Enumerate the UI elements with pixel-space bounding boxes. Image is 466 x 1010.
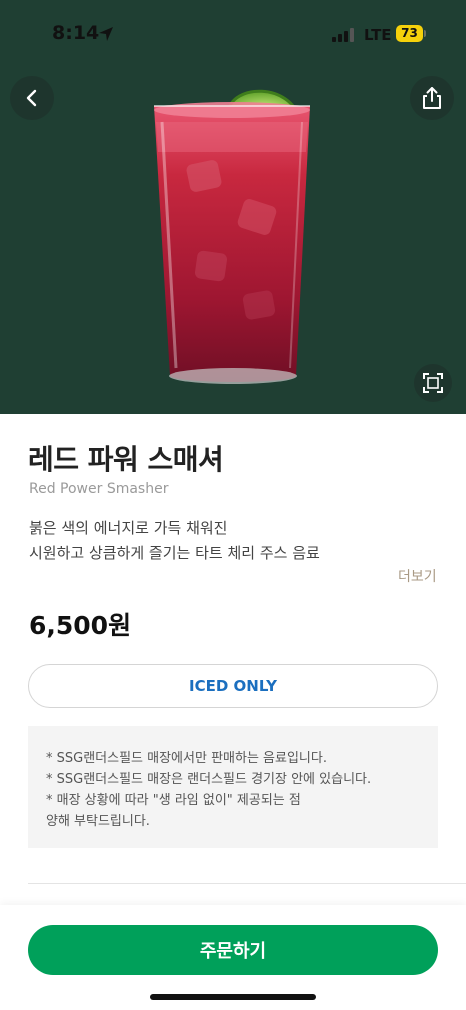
battery-level: 73: [396, 25, 423, 42]
product-english-name: Red Power Smasher: [29, 481, 169, 497]
share-button[interactable]: [410, 76, 454, 120]
back-button[interactable]: [10, 76, 54, 120]
status-time: 8:14: [52, 22, 100, 44]
signal-icon: [332, 28, 354, 42]
description-line: 붉은 색의 에너지로 가득 채워진: [29, 519, 228, 537]
more-link[interactable]: 더보기: [398, 566, 437, 586]
product-description: 붉은 색의 에너지로 가득 채워진 시원하고 상큼하게 즐기는 타트 체리 주스…: [29, 516, 320, 566]
notice-box: * SSG랜더스필드 매장에서만 판매하는 음료입니다. * SSG랜더스필드 …: [28, 726, 438, 848]
status-bar: 8:14 LTE 73: [0, 0, 466, 66]
divider: [28, 883, 466, 884]
drink-image: [154, 89, 310, 384]
home-indicator: [150, 994, 316, 1000]
notice-line: * SSG랜더스필드 매장은 랜더스필드 경기장 안에 있습니다.: [46, 772, 372, 787]
network-type: LTE: [364, 26, 392, 44]
product-name: 레드 파워 스매셔: [28, 443, 224, 476]
share-icon: [423, 87, 441, 109]
location-arrow-icon: [99, 27, 113, 41]
notice-line: * SSG랜더스필드 매장에서만 판매하는 음료입니다.: [46, 751, 327, 766]
notice-line: 양해 부탁드립니다.: [46, 814, 150, 829]
order-button[interactable]: 주문하기: [28, 925, 438, 975]
notice-line: * 매장 상황에 따라 "생 라임 없이" 제공되는 점: [46, 793, 301, 808]
iced-only-badge: ICED ONLY: [28, 664, 438, 708]
fullscreen-button[interactable]: [414, 364, 452, 402]
description-line: 시원하고 상큼하게 즐기는 타트 체리 주스 음료: [29, 544, 320, 562]
product-hero: 8:14 LTE 73: [0, 0, 466, 414]
back-icon: [26, 89, 37, 107]
product-price: 6,500원: [29, 611, 132, 640]
battery-icon: 73: [396, 25, 426, 42]
fullscreen-icon: [423, 373, 443, 393]
